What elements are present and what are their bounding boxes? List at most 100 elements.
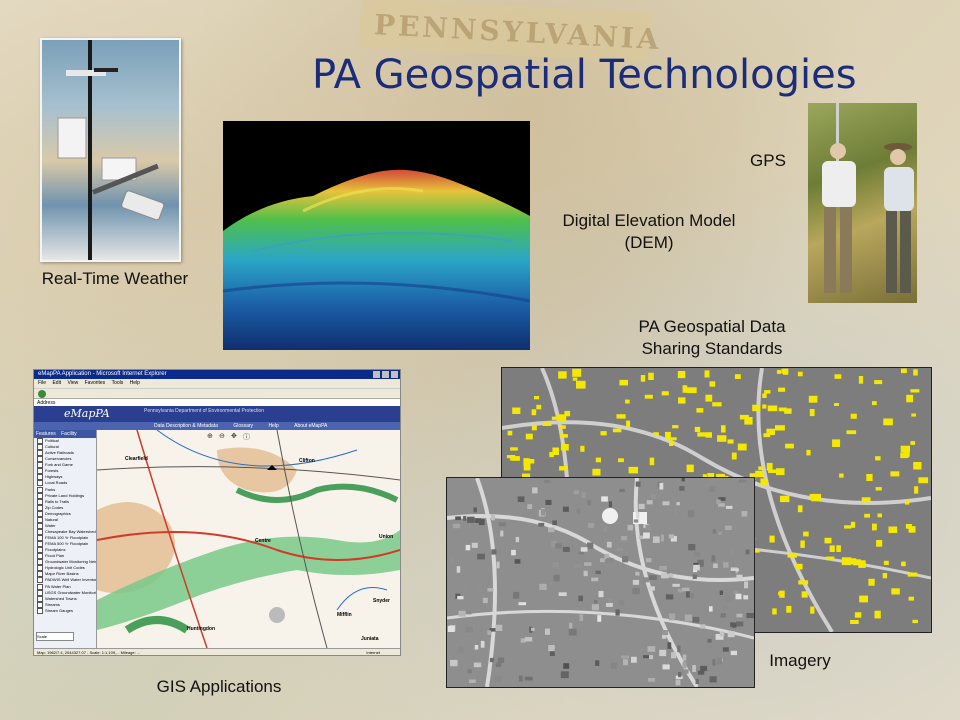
building-footprint bbox=[900, 452, 909, 459]
building-footprint bbox=[731, 452, 737, 460]
layer-label: Chesapeake Bay Watershed bbox=[45, 529, 96, 534]
building-footprint bbox=[875, 487, 882, 491]
building-roof bbox=[595, 570, 601, 575]
building-roof bbox=[660, 534, 664, 542]
identify-icon[interactable]: ⓘ bbox=[243, 432, 250, 442]
building-footprint bbox=[697, 432, 706, 437]
building-roof bbox=[623, 659, 628, 666]
layer-checkbox[interactable] bbox=[37, 607, 43, 614]
gis-map[interactable]: Clearfield Clifton Centre Union Snyder M… bbox=[96, 429, 400, 649]
building-roof bbox=[697, 510, 702, 516]
building-footprint bbox=[737, 443, 747, 451]
building-footprint bbox=[507, 430, 513, 436]
building-roof bbox=[495, 676, 502, 682]
building-footprint bbox=[744, 417, 753, 425]
menu-favorites[interactable]: Favorites bbox=[85, 380, 106, 386]
building-roof bbox=[524, 637, 533, 642]
building-roof bbox=[719, 631, 725, 637]
building-roof bbox=[491, 514, 495, 521]
nav-metadata[interactable]: Data Description & Metadata bbox=[154, 423, 218, 429]
zoom-out-icon[interactable]: ⊖ bbox=[219, 432, 225, 440]
building-footprint bbox=[764, 390, 771, 394]
layer-label: Demographics bbox=[45, 510, 71, 516]
building-footprint bbox=[778, 387, 786, 392]
building-roof bbox=[455, 516, 461, 521]
building-footprint bbox=[901, 368, 907, 374]
building-roof bbox=[716, 499, 721, 505]
maximize-icon[interactable] bbox=[382, 371, 389, 378]
menu-edit[interactable]: Edit bbox=[52, 380, 61, 386]
building-roof bbox=[456, 566, 461, 573]
building-footprint bbox=[785, 443, 794, 449]
building-roof bbox=[606, 558, 614, 563]
building-footprint bbox=[616, 414, 626, 419]
back-icon[interactable] bbox=[38, 390, 46, 398]
layer-label: Local Roads bbox=[45, 480, 68, 486]
building-roof bbox=[520, 638, 526, 643]
building-roof bbox=[457, 596, 464, 600]
building-roof bbox=[555, 543, 562, 549]
building-roof bbox=[591, 577, 599, 582]
building-footprint bbox=[766, 462, 773, 471]
nav-glossary[interactable]: Glossary bbox=[233, 423, 253, 429]
building-footprint bbox=[801, 591, 808, 598]
building-roof bbox=[741, 511, 748, 517]
building-footprint bbox=[580, 445, 585, 452]
building-footprint bbox=[808, 395, 818, 403]
layer-label: Zip Codes bbox=[45, 504, 64, 510]
building-footprint bbox=[762, 404, 767, 409]
building-footprint bbox=[644, 394, 653, 399]
building-roof bbox=[552, 520, 557, 526]
layer-label: Rails to Trails bbox=[45, 498, 70, 504]
tab-features[interactable]: Features bbox=[36, 431, 56, 437]
building-footprint bbox=[619, 379, 628, 386]
building-footprint bbox=[721, 425, 726, 433]
building-roof bbox=[532, 487, 538, 494]
building-footprint bbox=[852, 559, 861, 566]
layer-item[interactable]: Stream Gauges bbox=[37, 607, 96, 614]
building-roof bbox=[617, 600, 625, 606]
building-roof bbox=[632, 579, 640, 585]
building-footprint bbox=[625, 399, 630, 404]
building-roof bbox=[587, 500, 591, 506]
building-roof bbox=[729, 549, 734, 556]
menu-file[interactable]: File bbox=[38, 380, 46, 386]
building-roof bbox=[647, 678, 655, 682]
building-roof bbox=[668, 534, 675, 539]
menu-view[interactable]: View bbox=[67, 380, 78, 386]
close-icon[interactable] bbox=[391, 371, 398, 378]
building-footprint bbox=[558, 371, 567, 379]
weather-station-photo bbox=[40, 38, 181, 262]
building-roof bbox=[587, 542, 594, 549]
nav-about[interactable]: About eMapPA bbox=[294, 423, 327, 429]
building-footprint bbox=[854, 612, 862, 618]
building-roof bbox=[563, 663, 570, 669]
building-roof bbox=[722, 647, 729, 652]
menu-help[interactable]: Help bbox=[130, 380, 140, 386]
building-roof bbox=[719, 590, 723, 595]
building-footprint bbox=[686, 387, 697, 394]
building-roof bbox=[685, 591, 690, 598]
building-roof bbox=[578, 551, 585, 555]
scale-select[interactable]: Scale bbox=[36, 632, 74, 641]
zoom-in-icon[interactable]: ⊕ bbox=[207, 432, 213, 440]
gis-agency: Pennsylvania Department of Environmental… bbox=[144, 408, 265, 414]
building-roof bbox=[495, 662, 502, 667]
minimize-icon[interactable] bbox=[373, 371, 380, 378]
building-footprint bbox=[661, 391, 669, 396]
building-footprint bbox=[640, 375, 646, 382]
map-label-huntingdon: Huntingdon bbox=[187, 626, 216, 632]
building-footprint bbox=[846, 430, 857, 435]
tab-facility[interactable]: Facility bbox=[61, 431, 77, 437]
building-roof bbox=[675, 679, 681, 686]
building-roof bbox=[659, 649, 667, 657]
building-roof bbox=[467, 669, 472, 674]
building-footprint bbox=[836, 545, 841, 552]
building-roof bbox=[553, 574, 560, 582]
building-roof bbox=[562, 546, 570, 552]
building-roof bbox=[682, 654, 687, 661]
menu-tools[interactable]: Tools bbox=[112, 380, 124, 386]
nav-help[interactable]: Help bbox=[268, 423, 278, 429]
pan-icon[interactable]: ✥ bbox=[231, 432, 237, 440]
building-roof bbox=[730, 570, 736, 576]
